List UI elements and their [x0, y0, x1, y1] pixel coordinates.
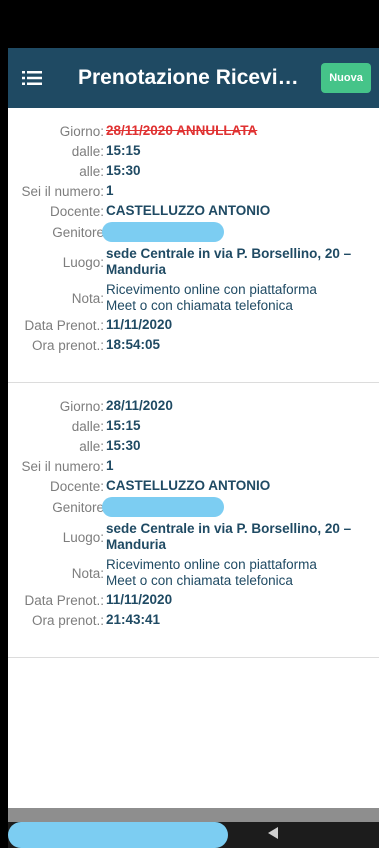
- value-ora-prenot: 18:54:05: [106, 337, 161, 352]
- value-dalle: 15:15: [106, 418, 141, 433]
- value-docente: CASTELLUZZO ANTONIO: [106, 478, 271, 493]
- value-giorno: 28/11/2020 ANNULLATA: [106, 123, 258, 138]
- value-luogo-line1: sede Centrale in via P. Borsellino, 20 –: [106, 521, 352, 536]
- app-header: Prenotazione Ricevimento Nuova: [8, 48, 379, 108]
- label-docente: Docente:: [49, 478, 104, 494]
- value-luogo-line2: Manduria: [106, 537, 167, 552]
- bookings-list: Giorno: 28/11/2020 ANNULLATA dalle: 15:15 …: [8, 108, 379, 808]
- redacted-genitore: [102, 222, 224, 242]
- page-title: Prenotazione Ricevimento: [78, 66, 306, 89]
- value-nota-line2: Meet o con chiamata telefonica: [106, 573, 293, 588]
- redacted-nav-area: [8, 822, 228, 848]
- label-nota: Nota:: [71, 565, 104, 581]
- value-giorno: 28/11/2020: [106, 398, 173, 413]
- value-numero: 1: [106, 183, 114, 198]
- value-docente: CASTELLUZZO ANTONIO: [106, 203, 271, 218]
- label-dalle: dalle:: [71, 418, 104, 434]
- label-data-prenot: Data Prenot.:: [24, 317, 104, 333]
- value-data-prenot: 11/11/2020: [106, 317, 173, 332]
- label-giorno: Giorno:: [59, 123, 104, 139]
- value-nota-line1: Ricevimento online con piattaforma: [106, 557, 317, 572]
- value-luogo: sede Centrale in via P. Borsellino, 20 –…: [106, 246, 351, 278]
- value-data-prenot: 11/11/2020: [106, 592, 173, 607]
- label-giorno: Giorno:: [59, 398, 104, 414]
- label-luogo: Luogo:: [62, 529, 104, 545]
- label-genitore: Genitore: [52, 499, 104, 515]
- new-booking-button[interactable]: Nuova: [321, 63, 371, 93]
- value-dalle: 15:15: [106, 143, 141, 158]
- redacted-genitore: [102, 497, 224, 517]
- label-genitore: Genitore: [52, 224, 104, 240]
- value-ora-prenot: 21:43:41: [106, 612, 161, 627]
- value-luogo-line1: sede Centrale in via P. Borsellino, 20 –: [106, 246, 352, 261]
- menu-icon[interactable]: [22, 48, 62, 108]
- booking-card[interactable]: Giorno: 28/11/2020 ANNULLATA dalle: 15:15 …: [8, 108, 379, 383]
- value-nota-line1: Ricevimento online con piattaforma: [106, 282, 317, 297]
- back-icon[interactable]: [268, 826, 280, 844]
- status-bar: [0, 0, 379, 48]
- value-luogo: sede Centrale in via P. Borsellino, 20 –…: [106, 521, 351, 553]
- value-alle: 15:30: [106, 163, 141, 178]
- value-alle: 15:30: [106, 438, 141, 453]
- label-dalle: dalle:: [71, 143, 104, 159]
- label-alle: alle:: [79, 163, 104, 179]
- value-nota: Ricevimento online con piattaforma Meet o…: [106, 282, 317, 314]
- label-docente: Docente:: [49, 203, 104, 219]
- label-numero: Sei il numero:: [21, 458, 104, 474]
- label-luogo: Luogo:: [62, 254, 104, 270]
- label-alle: alle:: [79, 438, 104, 454]
- label-numero: Sei il numero:: [21, 183, 104, 199]
- value-luogo-line2: Manduria: [106, 262, 167, 277]
- value-nota: Ricevimento online con piattaforma Meet o…: [106, 557, 317, 589]
- label-data-prenot: Data Prenot.:: [24, 592, 104, 608]
- booking-card[interactable]: Giorno: 28/11/2020 dalle: 15:15 alle: 15:30…: [8, 383, 379, 658]
- label-nota: Nota:: [71, 290, 104, 306]
- label-ora-prenot: Ora prenot.:: [31, 337, 104, 353]
- value-nota-line2: Meet o con chiamata telefonica: [106, 298, 293, 313]
- value-numero: 1: [106, 458, 114, 473]
- label-ora-prenot: Ora prenot.:: [31, 612, 104, 628]
